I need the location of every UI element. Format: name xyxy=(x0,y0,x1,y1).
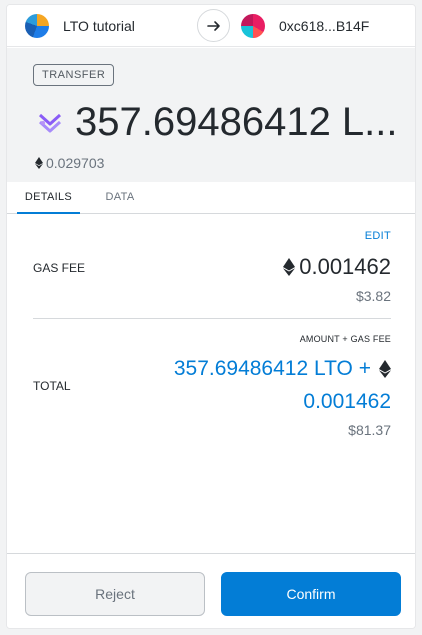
divider xyxy=(33,318,391,319)
total-token-value: 357.69486412 LTO + xyxy=(173,357,371,380)
account-header: LTO tutorial 0xc618...B14F xyxy=(7,5,415,47)
recipient-account[interactable]: 0xc618...B14F xyxy=(241,5,369,47)
sender-account-name: LTO tutorial xyxy=(63,18,135,34)
ethereum-icon xyxy=(379,360,391,378)
reject-button[interactable]: Reject xyxy=(25,572,205,616)
amount-gas-fee-heading: AMOUNT + GAS FEE xyxy=(299,334,391,344)
arrow-right-icon xyxy=(197,9,230,42)
confirm-button[interactable]: Confirm xyxy=(221,572,401,616)
recipient-avatar xyxy=(241,14,265,38)
transaction-summary: TRANSFER 357.69486412 L... 0.029703 xyxy=(7,48,415,182)
gas-fee-label: GAS FEE xyxy=(33,261,86,275)
lto-token-icon xyxy=(38,113,62,133)
tab-data[interactable]: DATA xyxy=(97,182,143,214)
ethereum-icon xyxy=(35,157,43,169)
transfer-amount: 357.69486412 L... xyxy=(75,100,395,144)
total-token-amount: 357.69486412 LTO + xyxy=(174,357,391,381)
tab-details[interactable]: DETAILS xyxy=(17,182,80,214)
gas-fee-usd: $3.82 xyxy=(355,288,391,304)
sender-avatar xyxy=(25,14,49,38)
eth-amount: 0.029703 xyxy=(35,155,104,171)
ethereum-icon xyxy=(283,258,296,276)
recipient-address: 0xc618...B14F xyxy=(279,18,370,34)
action-footer: Reject Confirm xyxy=(7,553,415,628)
total-usd: $81.37 xyxy=(348,422,391,438)
gas-fee-eth: 0.001462 xyxy=(299,254,391,279)
sender-account[interactable]: LTO tutorial xyxy=(25,5,135,47)
gas-fee-value: 0.001462 xyxy=(283,254,391,280)
eth-amount-value: 0.029703 xyxy=(46,155,105,171)
tab-bar: DETAILS DATA xyxy=(7,182,415,214)
total-label: TOTAL xyxy=(33,379,71,393)
transfer-badge: TRANSFER xyxy=(33,64,115,86)
total-eth-amount: 0.001462 xyxy=(303,390,391,413)
confirm-transaction-card: LTO tutorial 0xc618...B14F TRANSFER 357.… xyxy=(6,4,416,629)
edit-gas-button[interactable]: EDIT xyxy=(365,230,391,242)
